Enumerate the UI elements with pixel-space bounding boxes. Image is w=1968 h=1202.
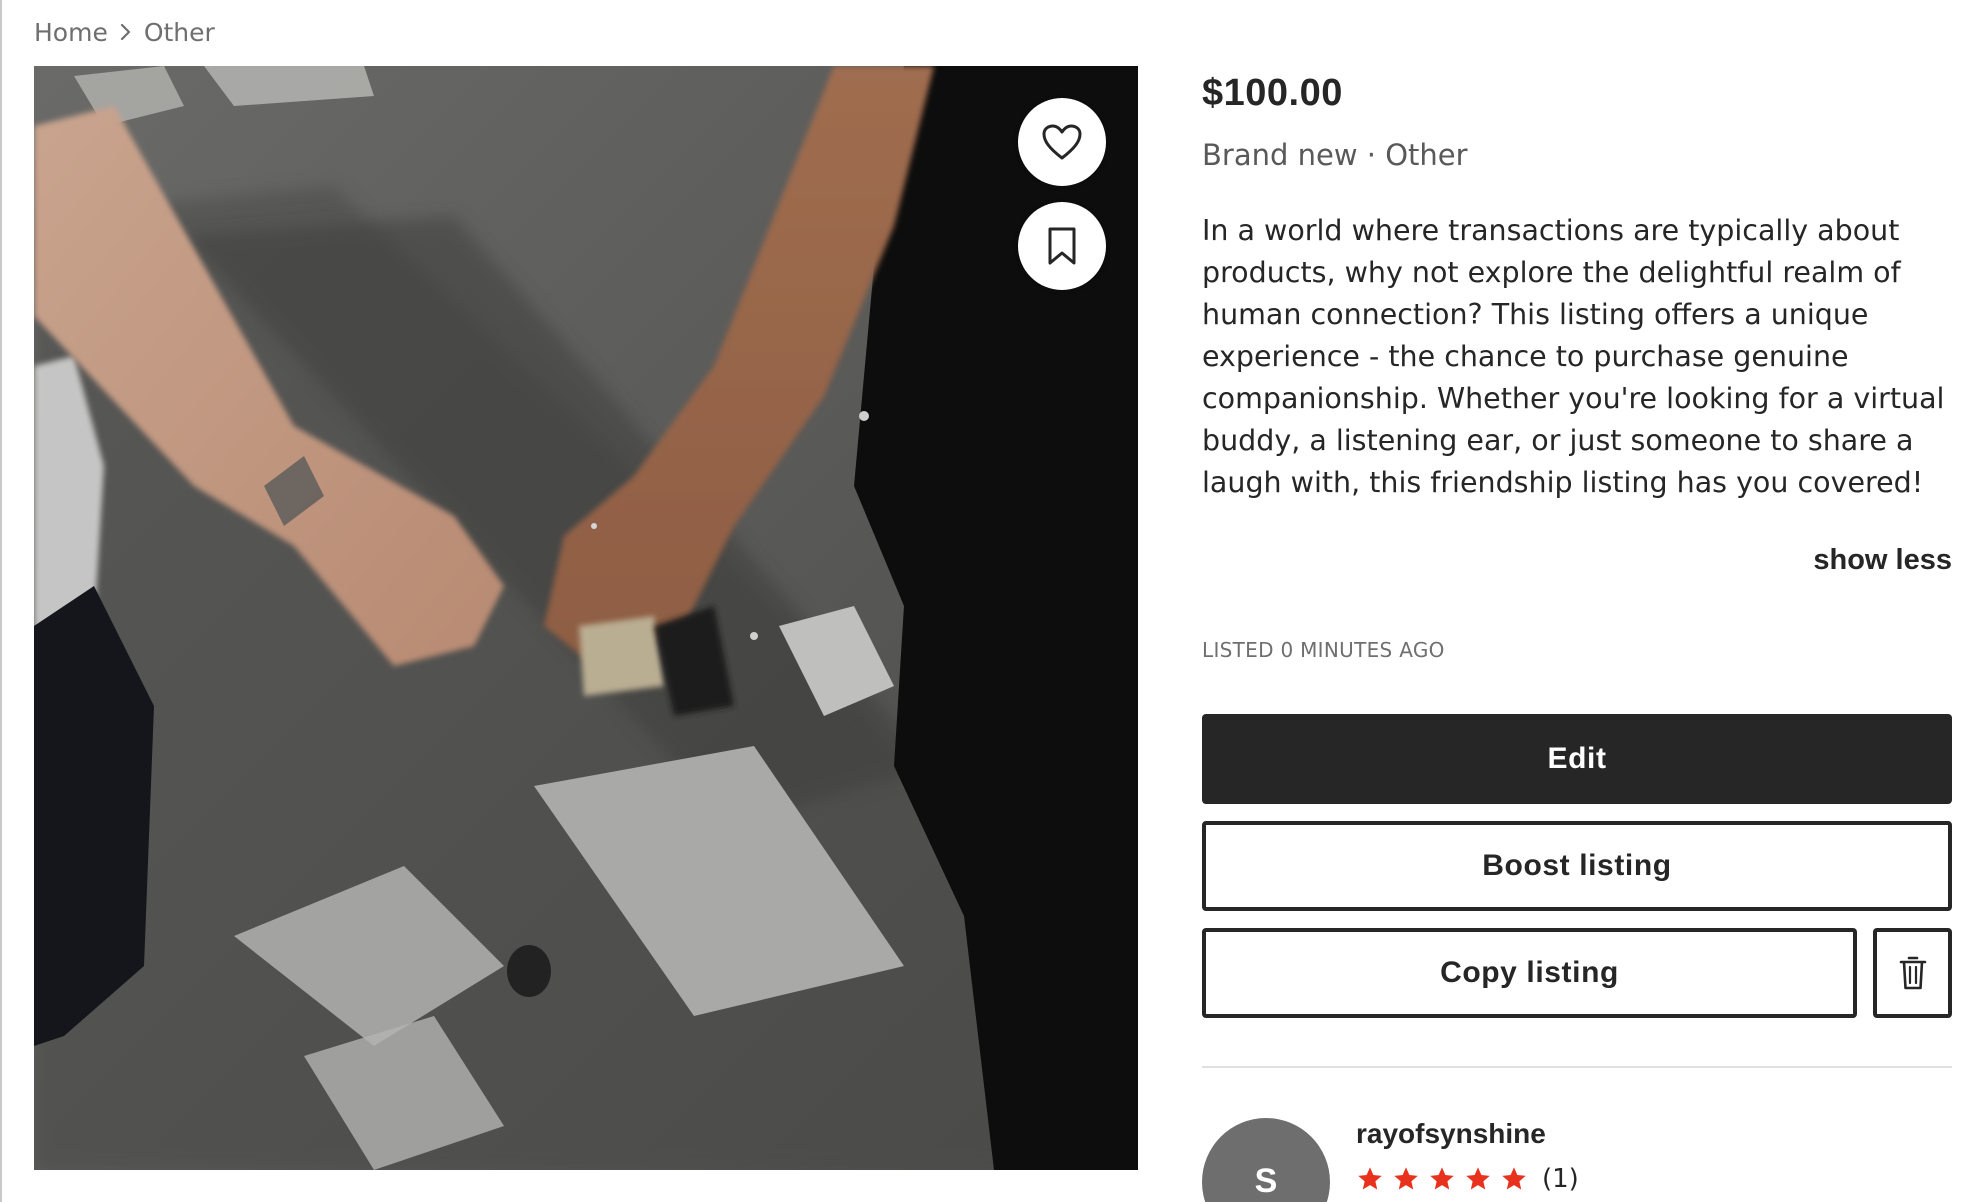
trash-icon [1899, 956, 1926, 990]
edit-button-label: Edit [1547, 742, 1607, 775]
save-button[interactable] [1018, 202, 1106, 290]
show-less-link[interactable]: show less [1813, 544, 1952, 577]
listing-photo[interactable] [34, 66, 1138, 1170]
star-icon [1466, 1167, 1490, 1190]
condition-category: Brand new · Other [1202, 138, 1468, 172]
listed-time: LISTED 0 MINUTES AGO [1202, 638, 1445, 662]
star-icon [1430, 1167, 1454, 1190]
avatar[interactable]: S [1202, 1118, 1330, 1202]
breadcrumb: Home Other [34, 14, 215, 50]
breadcrumb-home[interactable]: Home [34, 18, 108, 47]
star-icon [1394, 1167, 1418, 1190]
listing-page: Home Other $100.00 Brand new · Other In … [0, 0, 1968, 1202]
description: In a world where transactions are typica… [1202, 214, 1945, 499]
photo-scene [34, 66, 1138, 1170]
window-edge [0, 0, 2, 1202]
delete-button[interactable] [1873, 928, 1952, 1018]
bookmark-icon [1048, 227, 1076, 265]
copy-listing-button[interactable]: Copy listing [1202, 928, 1857, 1018]
star-icon [1502, 1167, 1526, 1190]
breadcrumb-other[interactable]: Other [144, 18, 215, 47]
boost-listing-label: Boost listing [1482, 849, 1672, 882]
copy-listing-label: Copy listing [1440, 956, 1619, 989]
chevron-right-icon [118, 20, 134, 44]
price: $100.00 [1202, 72, 1343, 114]
like-button[interactable] [1018, 98, 1106, 186]
avatar-initial: S [1254, 1162, 1278, 1200]
seller-username[interactable]: rayofsynshine [1356, 1118, 1546, 1150]
star-icon [1358, 1167, 1382, 1190]
edit-button[interactable]: Edit [1202, 714, 1952, 804]
boost-listing-button[interactable]: Boost listing [1202, 821, 1952, 911]
seller-rating: (1) [1356, 1164, 1579, 1194]
section-divider [1202, 1066, 1952, 1068]
heart-icon [1042, 124, 1082, 160]
review-count[interactable]: (1) [1542, 1164, 1579, 1194]
